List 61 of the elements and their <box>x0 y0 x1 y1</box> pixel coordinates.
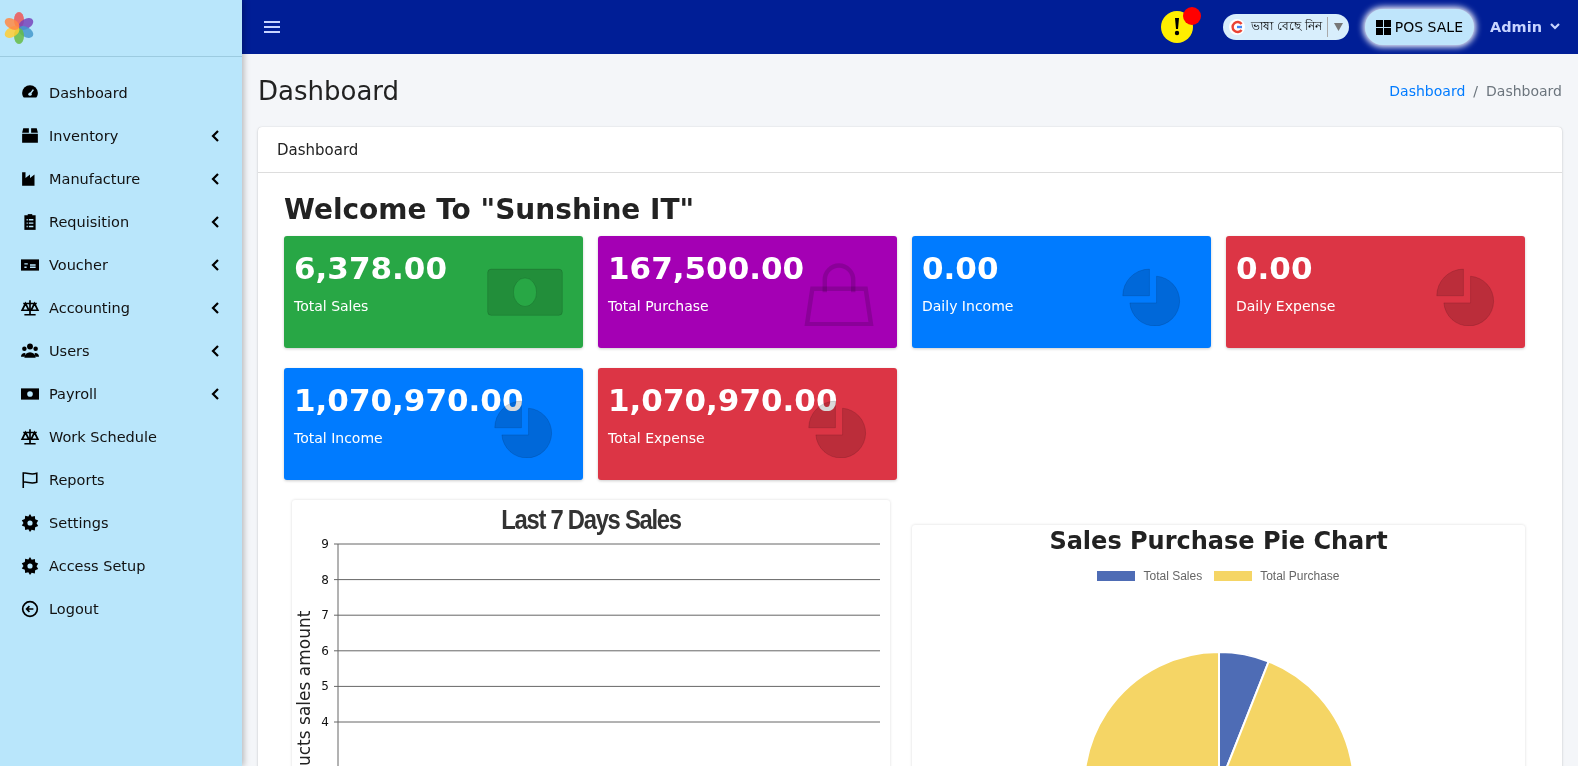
y-tick-label: 7 <box>321 608 329 623</box>
sidebar-item[interactable]: Voucher <box>0 243 242 286</box>
stat-value: 1,070,970.00 <box>608 382 839 418</box>
sidebar-item[interactable]: Logout <box>0 587 242 630</box>
panel-header: Dashboard <box>258 127 1562 173</box>
stat-label: Total Purchase <box>608 298 710 314</box>
gear-icon <box>20 513 40 532</box>
sidebar-item[interactable]: Dashboard <box>0 71 242 114</box>
user-menu[interactable]: Admin <box>1490 19 1560 35</box>
y-axis-label: ucts sales amount <box>294 610 314 766</box>
stat-value: 6,378.00 <box>294 250 448 286</box>
scale-icon <box>20 298 40 317</box>
flower-logo-icon <box>2 11 36 45</box>
stat-value: 167,500.00 <box>608 250 806 286</box>
y-tick-label: 9 <box>321 537 329 551</box>
chart-title: Last 7 Days Sales <box>500 504 682 536</box>
sidebar-item[interactable]: Accounting <box>0 286 242 329</box>
legend-swatch <box>1097 571 1136 581</box>
y-tick-label: 6 <box>321 643 329 658</box>
y-tick-label: 5 <box>321 679 329 694</box>
page-title: Dashboard <box>258 75 400 106</box>
gear-icon <box>20 556 40 575</box>
google-g-icon <box>1229 19 1246 35</box>
sidebar-item[interactable]: Settings <box>0 501 242 544</box>
sidebar-item[interactable]: Payroll <box>0 372 242 415</box>
y-tick-label: 4 <box>321 715 329 729</box>
sidebar-item[interactable]: Users <box>0 329 242 372</box>
legend-label: Total Sales <box>1143 569 1203 583</box>
legend-swatch <box>1214 571 1253 581</box>
chart-title: Sales Purchase Pie Chart <box>1048 527 1389 555</box>
grid-icon <box>1375 19 1391 35</box>
language-select[interactable]: ভাষা বেছে নিন <box>1223 14 1349 40</box>
legend-label: Total Purchase <box>1260 569 1340 583</box>
breadcrumb-current: Dashboard <box>1486 82 1562 99</box>
logout-icon <box>20 599 40 618</box>
sidebar-item[interactable]: Work Schedule <box>0 415 242 458</box>
menu-icon[interactable] <box>264 20 280 34</box>
welcome-heading: Welcome To "Sunshine IT" <box>284 193 696 226</box>
sidebar-item[interactable]: Reports <box>0 458 242 501</box>
flag-icon <box>20 470 40 489</box>
pos-sale-button[interactable]: POS SALE <box>1364 9 1474 45</box>
scale-icon <box>20 427 40 446</box>
stat-value: 0.00 <box>922 250 1000 286</box>
box-icon <box>20 126 40 145</box>
sidebar-item[interactable]: Inventory <box>0 114 242 157</box>
caret-down-icon <box>1333 23 1343 31</box>
stat-label: Total Expense <box>608 430 706 446</box>
stat-label: Total Income <box>294 430 384 446</box>
sidebar-item[interactable]: Access Setup <box>0 544 242 587</box>
breadcrumb-link[interactable]: Dashboard <box>1389 82 1466 99</box>
chevron-down-icon <box>1550 23 1560 31</box>
stat-value: 0.00 <box>1236 250 1314 286</box>
y-tick-label: 8 <box>321 572 329 587</box>
users-icon <box>20 341 40 360</box>
sidebar-item[interactable]: Manufacture <box>0 157 242 200</box>
stat-label: Total Sales <box>294 298 370 314</box>
stat-label: Daily Income <box>922 298 1015 314</box>
breadcrumb-separator: / <box>1473 82 1479 99</box>
stat-label: Daily Expense <box>1236 298 1337 314</box>
sidebar-item[interactable]: Requisition <box>0 200 242 243</box>
stat-value: 1,070,970.00 <box>294 382 525 418</box>
